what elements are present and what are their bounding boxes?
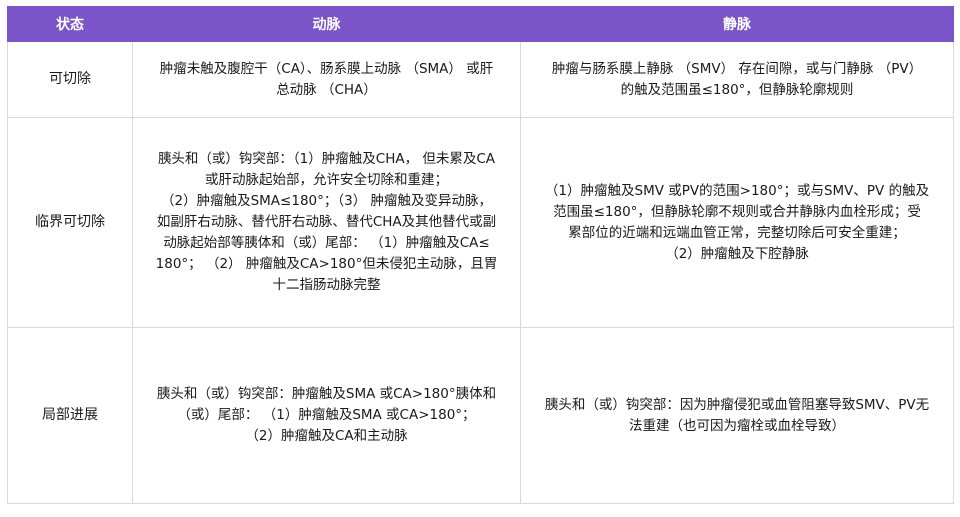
state-cell: 临界可切除 (7, 117, 133, 328)
cell-line: （2）肿瘤触及下腔静脉 (665, 245, 809, 262)
cell-line: 累部位的近端和远端血管正常，完整切除后可安全重建； (568, 224, 906, 241)
artery-cell: 胰头和（或）钩突部：（1）肿瘤触及CHA， 但未累及CA 或肝动脉起始部，允许安… (132, 117, 521, 328)
table-container: 状态 动脉 静脉 可切除 肿瘤未触及腹腔干（CA）、肠系膜上动脉 （SMA） 或… (7, 6, 954, 504)
cell-line: 法重建（也可因为瘤栓或血栓导致） (629, 417, 845, 434)
cell-line: 如副肝右动脉、替代肝右动脉、替代CHA及其他替代或副 (156, 214, 497, 230)
artery-cell: 肿瘤未触及腹腔干（CA）、肠系膜上动脉 （SMA） 或肝 总动脉 （CHA） (132, 41, 521, 118)
cell-line: 180°； （2） 肿瘤触及CA>180°但未侵犯主动脉，且胃 (155, 256, 498, 272)
state-cell: 局部进展 (7, 327, 133, 504)
state-cell: 可切除 (7, 41, 133, 118)
cell-line: 范围虽≤180°，但静脉轮廓不规则或合并静脉内血栓形成；受 (553, 203, 921, 220)
header-vein: 静脉 (520, 6, 954, 42)
cell-line: （1）肿瘤触及SMV 或PV的范围>180°；或与SMV、PV 的触及 (544, 182, 930, 199)
cell-line: （2）肿瘤触及CA和主动脉 (245, 428, 408, 444)
artery-cell: 胰头和（或）钩突部：肿瘤触及SMA 或CA>180°胰体和 （或）尾部： （1）… (132, 327, 521, 504)
cell-line: 肿瘤未触及腹腔干（CA）、肠系膜上动脉 （SMA） 或肝 (159, 60, 494, 77)
cell-line: 胰头和（或）钩突部：肿瘤触及SMA 或CA>180°胰体和 (156, 386, 497, 402)
vein-cell: 肿瘤与肠系膜上静脉 （SMV） 存在间隙，或与门静脉 （PV） 的触及范围虽≤1… (520, 41, 954, 118)
cell-line: 肿瘤与肠系膜上静脉 （SMV） 存在间隙，或与门静脉 （PV） (551, 60, 923, 77)
table-row: 临界可切除 胰头和（或）钩突部：（1）肿瘤触及CHA， 但未累及CA 或肝动脉起… (7, 117, 954, 328)
table-header-row: 状态 动脉 静脉 (7, 6, 954, 42)
cell-line: 十二指肠动脉完整 (272, 277, 381, 293)
cell-line: 总动脉 （CHA） (276, 81, 377, 98)
vein-cell: 胰头和（或）钩突部：因为肿瘤侵犯或血管阻塞导致SMV、PV无 法重建（也可因为瘤… (520, 327, 954, 504)
table-row: 可切除 肿瘤未触及腹腔干（CA）、肠系膜上动脉 （SMA） 或肝 总动脉 （CH… (7, 41, 954, 118)
cell-line: 的触及范围虽≤180°，但静脉轮廓规则 (620, 81, 854, 98)
cell-line: 动脉起始部等胰体和（或）尾部： （1）肿瘤触及CA≤ (163, 235, 490, 251)
header-artery: 动脉 (132, 6, 521, 42)
header-state: 状态 (7, 6, 133, 42)
cell-line: 胰头和（或）钩突部：（1）肿瘤触及CHA， 但未累及CA (157, 151, 496, 167)
cell-line: 或肝动脉起始部，允许安全切除和重建； (205, 172, 448, 188)
cell-line: 胰头和（或）钩突部：因为肿瘤侵犯或血管阻塞导致SMV、PV无 (544, 396, 930, 413)
vein-cell: （1）肿瘤触及SMV 或PV的范围>180°；或与SMV、PV 的触及 范围虽≤… (520, 117, 954, 328)
resectability-table: 状态 动脉 静脉 可切除 肿瘤未触及腹腔干（CA）、肠系膜上动脉 （SMA） 或… (7, 6, 954, 504)
table-row: 局部进展 胰头和（或）钩突部：肿瘤触及SMA 或CA>180°胰体和 （或）尾部… (7, 327, 954, 504)
cell-line: （或）尾部： （1）肿瘤触及SMA 或CA>180°； (177, 407, 476, 423)
cell-line: （2）肿瘤触及SMA≤180°；（3） 肿瘤触及变异动脉， (161, 193, 492, 209)
